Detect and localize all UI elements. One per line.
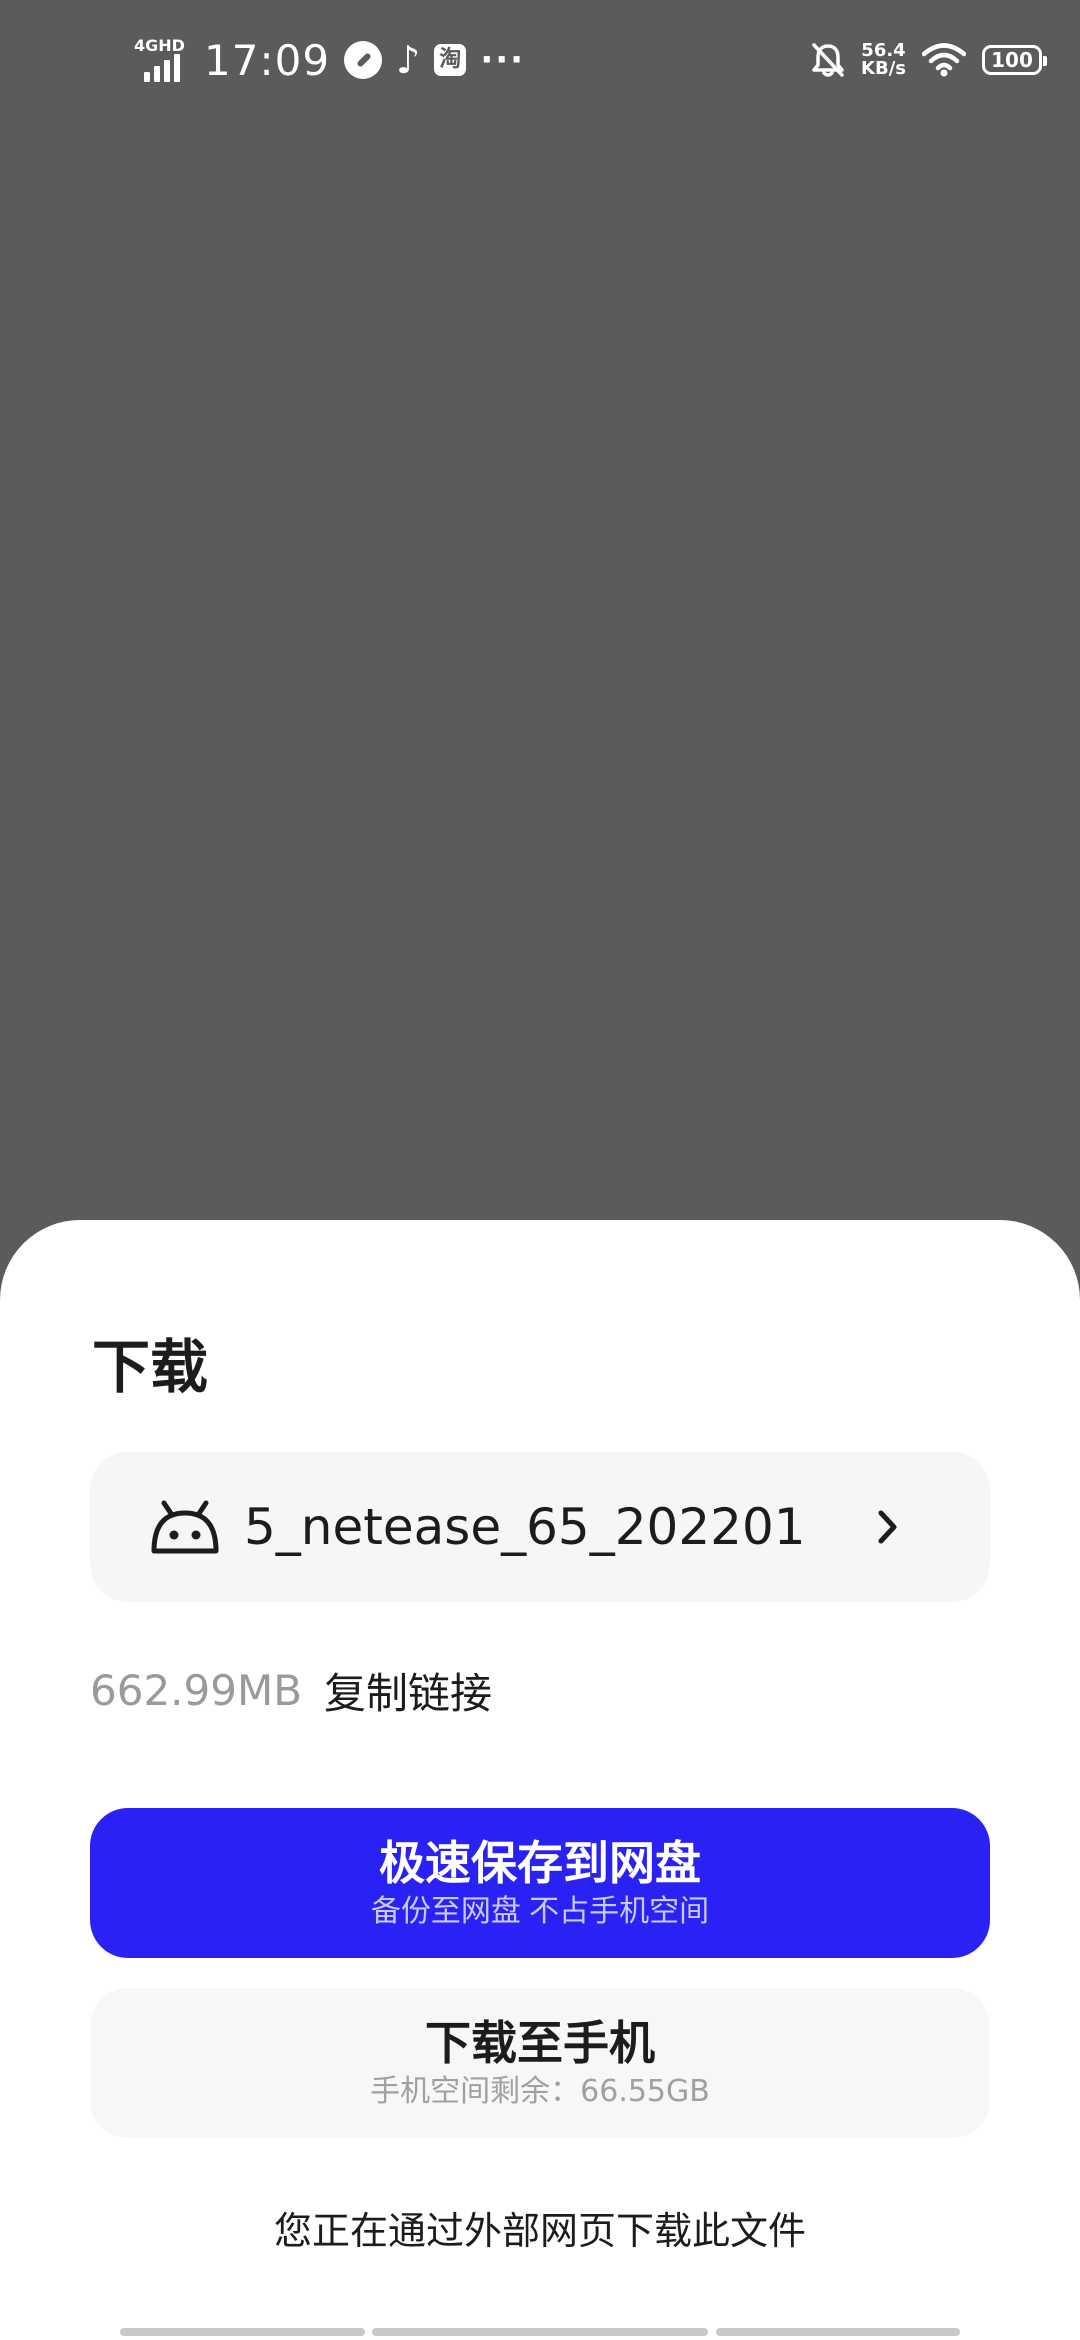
- file-meta: 662.99MB 复制链接: [90, 1660, 492, 1721]
- battery-icon: 100: [982, 45, 1047, 75]
- save-to-cloud-sublabel: 备份至网盘 不占手机空间: [370, 1895, 710, 1928]
- copy-link-button[interactable]: 复制链接: [324, 1660, 492, 1721]
- download-sheet: 下载 5_netease_65_2022012( 662.99MB 复制链接 极…: [0, 1220, 1080, 2340]
- speedometer-icon: [344, 41, 383, 79]
- status-bar: 4GHD 17:09 ♪ 淘 ··· 56.4 KB/s 100: [0, 0, 1080, 120]
- wifi-icon: [922, 43, 966, 77]
- network-speed: 56.4 KB/s: [861, 42, 906, 78]
- file-name: 5_netease_65_2022012(: [244, 1498, 804, 1556]
- phone-storage-remaining: 手机空间剩余：66.55GB: [370, 2074, 710, 2109]
- bell-off-icon: [812, 43, 844, 77]
- sheet-title: 下载: [92, 1333, 209, 1401]
- file-card[interactable]: 5_netease_65_2022012(: [90, 1452, 990, 1602]
- tiktok-icon: ♪: [396, 38, 421, 82]
- cellular-signal-icon: 4GHD: [134, 38, 190, 82]
- bottom-edge-bars: [0, 2328, 1080, 2340]
- taobao-icon: 淘: [434, 44, 467, 76]
- clock: 17:09: [204, 35, 331, 85]
- more-dots-icon: ···: [480, 40, 526, 80]
- save-to-cloud-label: 极速保存到网盘: [379, 1837, 701, 1889]
- speed-unit: KB/s: [861, 58, 906, 79]
- download-to-phone-button[interactable]: 下载至手机 手机空间剩余：66.55GB: [90, 1988, 990, 2138]
- download-to-phone-label: 下载至手机: [425, 2016, 655, 2070]
- file-size: 662.99MB: [90, 1666, 303, 1715]
- external-download-notice: 您正在通过外部网页下载此文件: [273, 2209, 806, 2253]
- network-type: 4GHD: [134, 36, 185, 55]
- android-icon: [151, 1500, 219, 1554]
- save-to-cloud-button[interactable]: 极速保存到网盘 备份至网盘 不占手机空间: [90, 1808, 990, 1958]
- status-bar-left: 4GHD 17:09 ♪ 淘 ···: [134, 30, 525, 90]
- chevron-right-icon: [878, 1510, 897, 1544]
- status-bar-right: 56.4 KB/s 100: [811, 30, 1047, 90]
- battery-level: 100: [991, 48, 1033, 72]
